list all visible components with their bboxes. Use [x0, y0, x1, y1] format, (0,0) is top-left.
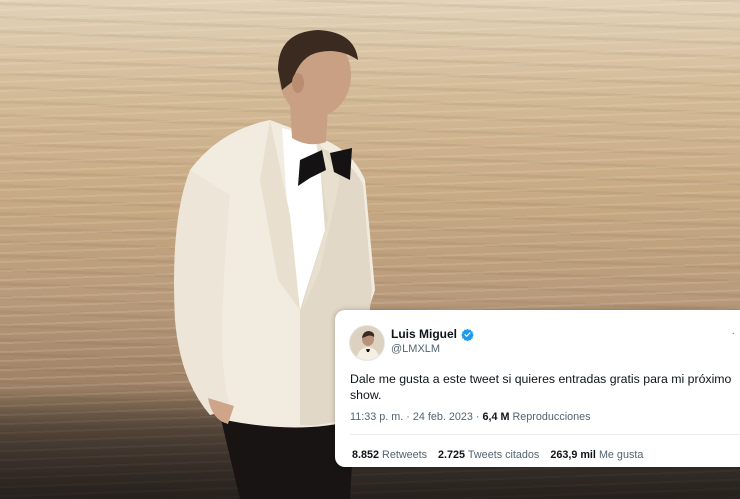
views-count: 6,4 M — [482, 411, 510, 423]
engagement-stats: 8.852 Retweets 2.725 Tweets citados 263,… — [352, 449, 643, 461]
avatar[interactable] — [349, 325, 385, 361]
stat-quote-tweets[interactable]: 2.725 Tweets citados — [438, 449, 539, 461]
tweet-date[interactable]: 24 feb. 2023 — [413, 411, 473, 423]
quote-label: Tweets citados — [467, 449, 540, 461]
meta-separator: · — [475, 411, 480, 423]
retweet-label: Retweets — [382, 449, 428, 461]
like-label: Me gusta — [598, 449, 644, 461]
verified-badge-icon — [461, 328, 474, 341]
meta-separator: · — [406, 411, 410, 423]
divider — [350, 434, 740, 435]
more-options-icon[interactable]: · — [732, 328, 736, 339]
quote-count: 2.725 — [438, 449, 466, 461]
tweet-card[interactable]: Luis Miguel @LMXLM · Dale me gusta a est… — [335, 310, 740, 467]
author-name-row: Luis Miguel — [391, 327, 474, 341]
tweet-meta: 11:33 p. m. · 24 feb. 2023 · 6,4 M Repro… — [350, 411, 591, 423]
avatar-image — [350, 326, 384, 360]
retweet-count: 8.852 — [352, 449, 380, 461]
tweet-text: Dale me gusta a este tweet si quieres en… — [350, 372, 732, 402]
display-name[interactable]: Luis Miguel — [391, 327, 457, 341]
like-count: 263,9 mil — [550, 449, 596, 461]
user-handle[interactable]: @LMXLM — [391, 343, 440, 355]
views-label: Reproducciones — [512, 411, 591, 423]
stat-likes[interactable]: 263,9 mil Me gusta — [550, 449, 643, 461]
stat-retweets[interactable]: 8.852 Retweets — [352, 449, 427, 461]
tweet-time[interactable]: 11:33 p. m. — [350, 411, 403, 423]
